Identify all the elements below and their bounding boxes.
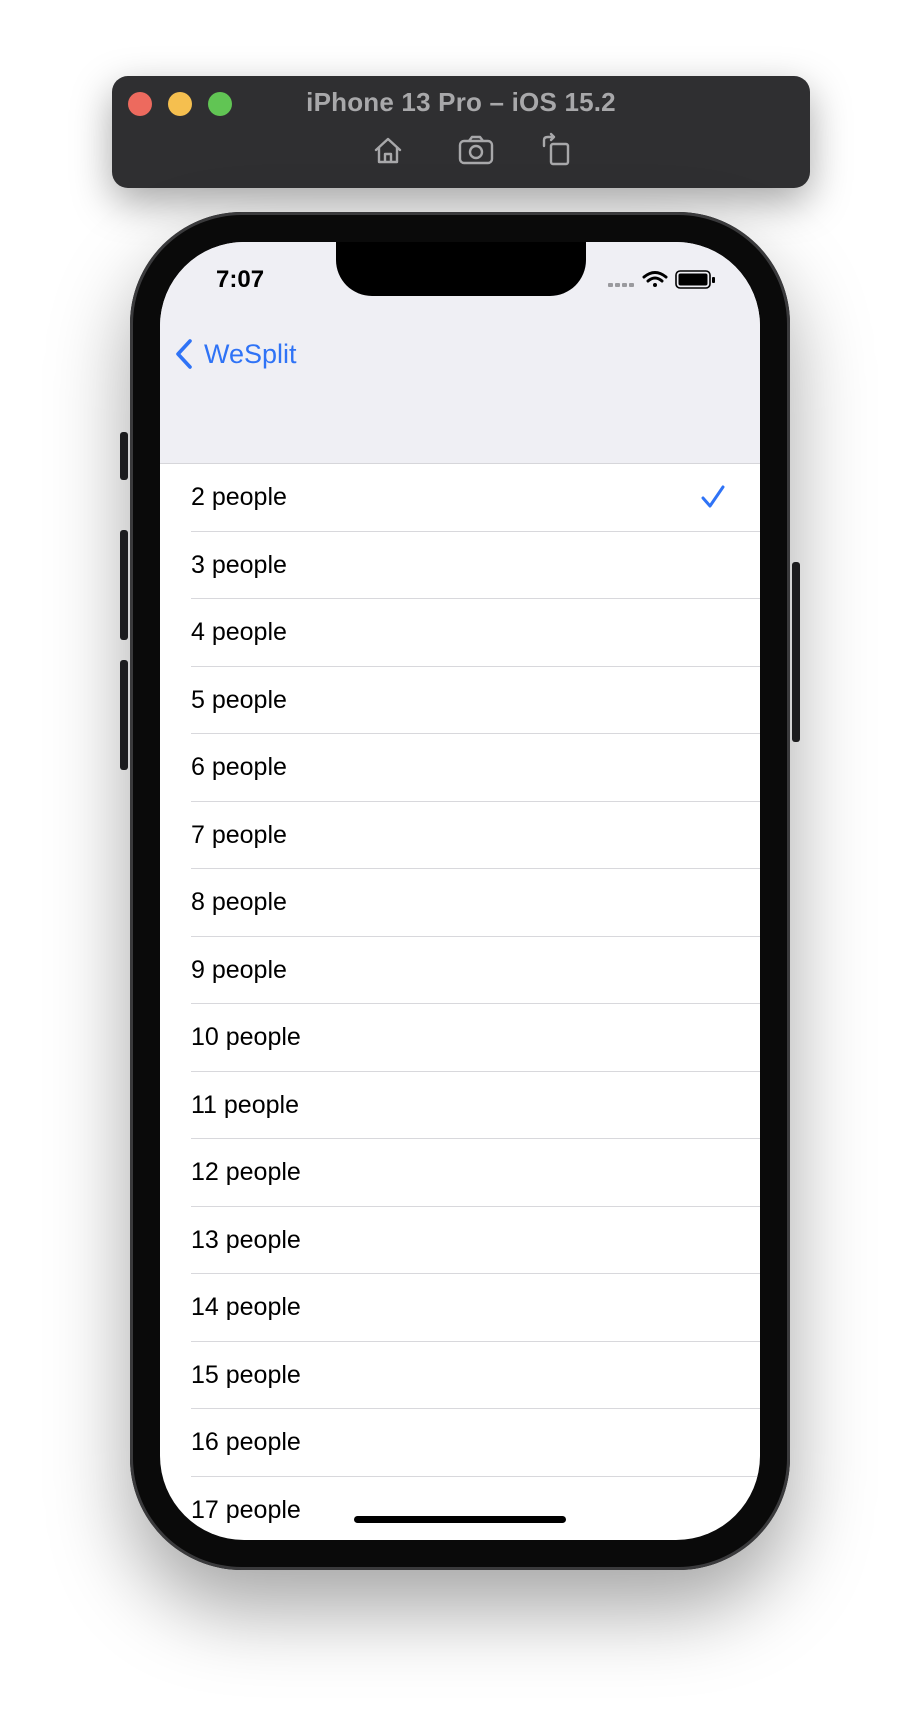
list-item-label: 4 people bbox=[191, 618, 287, 647]
simulator-toolbar: iPhone 13 Pro – iOS 15.2 bbox=[112, 76, 810, 188]
list-item[interactable]: 2 people bbox=[160, 464, 760, 532]
chevron-left-icon bbox=[176, 339, 192, 369]
cellular-signal-icon bbox=[608, 283, 634, 287]
list-item[interactable]: 3 people bbox=[160, 532, 760, 599]
list-item[interactable]: 12 people bbox=[160, 1139, 760, 1207]
list-item[interactable]: 15 people bbox=[160, 1342, 760, 1409]
list-item-label: 14 people bbox=[191, 1293, 301, 1322]
checkmark-icon bbox=[701, 485, 725, 508]
list-item[interactable]: 6 people bbox=[160, 734, 760, 802]
list-item-label: 16 people bbox=[191, 1428, 301, 1457]
battery-icon bbox=[675, 270, 715, 289]
list-item-label: 7 people bbox=[191, 820, 287, 849]
list-item[interactable]: 11 people bbox=[160, 1072, 760, 1139]
notch bbox=[336, 242, 586, 296]
list-item[interactable]: 7 people bbox=[160, 802, 760, 869]
silent-switch bbox=[120, 432, 128, 480]
iphone-frame: 7:07 WeSplit 2 people 3 people 4 people … bbox=[120, 212, 800, 1570]
back-button-label: WeSplit bbox=[204, 338, 297, 369]
rotate-icon[interactable] bbox=[536, 132, 576, 168]
list-item-label: 3 people bbox=[191, 550, 287, 579]
list-item-label: 10 people bbox=[191, 1023, 301, 1052]
list-item-label: 12 people bbox=[191, 1158, 301, 1187]
status-icons bbox=[608, 268, 732, 292]
list-item[interactable]: 4 people bbox=[160, 599, 760, 667]
power-button bbox=[792, 562, 800, 742]
list-item-label: 17 people bbox=[191, 1495, 301, 1524]
volume-up-button bbox=[120, 530, 128, 640]
list-item[interactable]: 9 people bbox=[160, 937, 760, 1004]
home-indicator[interactable] bbox=[354, 1516, 566, 1523]
list-item-label: 13 people bbox=[191, 1225, 301, 1254]
phone-screen: 7:07 WeSplit 2 people 3 people 4 people … bbox=[160, 242, 760, 1540]
back-button[interactable]: WeSplit bbox=[172, 334, 297, 374]
list-item-label: 9 people bbox=[191, 955, 287, 984]
wifi-icon bbox=[642, 271, 668, 287]
list-item[interactable]: 10 people bbox=[160, 1004, 760, 1072]
list-item[interactable]: 14 people bbox=[160, 1274, 760, 1342]
list-item-label: 15 people bbox=[191, 1360, 301, 1389]
list-item[interactable]: 17 people bbox=[160, 1477, 760, 1541]
simulator-title: iPhone 13 Pro – iOS 15.2 bbox=[306, 87, 616, 117]
list-item-label: 6 people bbox=[191, 753, 287, 782]
status-time: 7:07 bbox=[216, 266, 265, 293]
screenshot-icon[interactable] bbox=[456, 132, 496, 168]
list-item[interactable]: 8 people bbox=[160, 869, 760, 937]
home-icon[interactable] bbox=[368, 132, 408, 168]
navigation-bar: 7:07 WeSplit bbox=[160, 242, 760, 464]
list-item[interactable]: 13 people bbox=[160, 1207, 760, 1274]
people-picker-list: 2 people 3 people 4 people 5 people 6 pe… bbox=[160, 464, 760, 1540]
volume-down-button bbox=[120, 660, 128, 770]
list-item-label: 5 people bbox=[191, 685, 287, 714]
list-item[interactable]: 16 people bbox=[160, 1409, 760, 1477]
list-item[interactable]: 5 people bbox=[160, 667, 760, 734]
list-item-label: 11 people bbox=[191, 1090, 299, 1119]
list-item-label: 8 people bbox=[191, 888, 287, 917]
list-item-label: 2 people bbox=[191, 483, 287, 512]
